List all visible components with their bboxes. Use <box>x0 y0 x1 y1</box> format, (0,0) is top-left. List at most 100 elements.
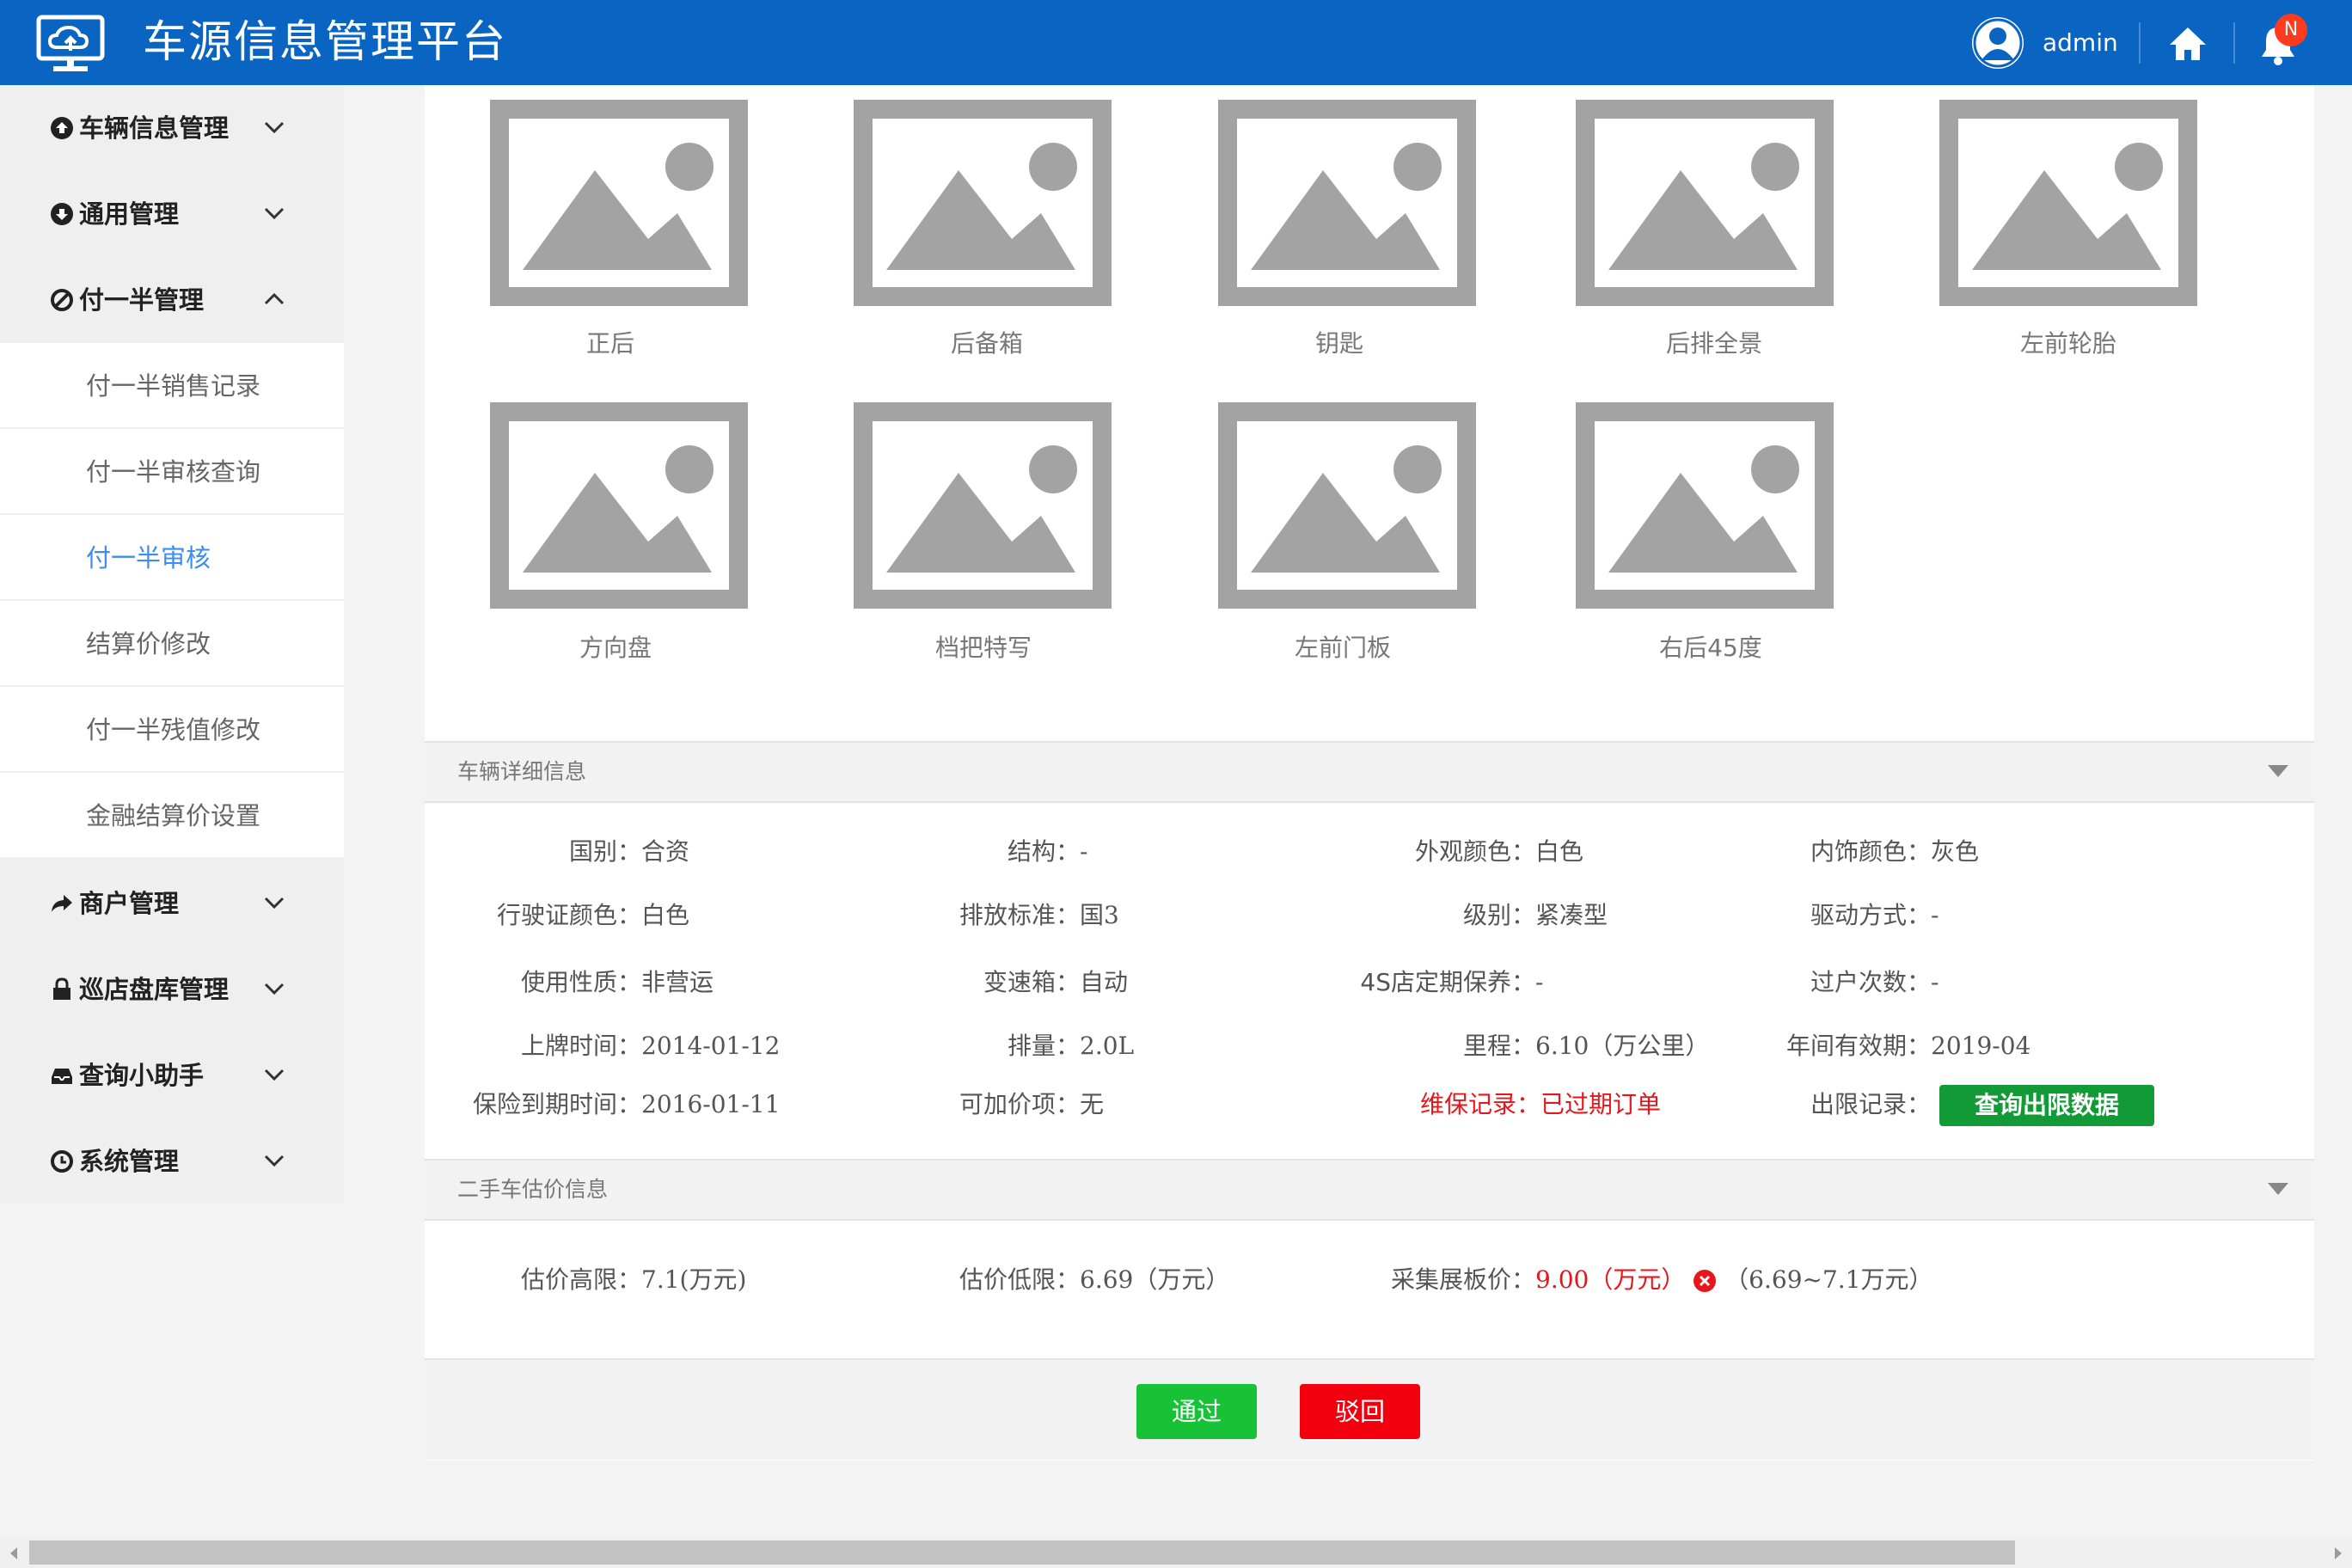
field-label: 采集展板价： <box>1390 1265 1535 1294</box>
image-placeholder-icon <box>1251 445 1442 573</box>
sidebar-item-finance-settlement-settings[interactable]: 金融结算价设置 <box>0 773 344 859</box>
field-label: 可加价项： <box>959 1090 1080 1118</box>
field-usage: 使用性质：非营运 <box>447 965 714 1000</box>
field-label: 结构： <box>1007 837 1080 866</box>
chevron-down-icon <box>264 1069 285 1081</box>
chevron-down-icon <box>264 897 285 910</box>
action-bar: 通过 驳回 <box>425 1358 2314 1460</box>
photo-thumbnail[interactable] <box>1576 402 1834 609</box>
field-insurance-expiry: 保险到期时间：2016-01-11 <box>447 1087 780 1122</box>
price-range-value: （6.69~7.1万元） <box>1724 1265 1933 1294</box>
field-value: 合资 <box>641 837 690 866</box>
chevron-down-icon <box>264 207 285 220</box>
sidebar-group-label: 巡店盘库管理 <box>79 975 230 1004</box>
photo-label: 正后 <box>585 329 634 358</box>
field-label: 排放标准： <box>959 901 1080 929</box>
field-label: 估价低限： <box>959 1265 1080 1294</box>
field-label: 保险到期时间： <box>472 1090 641 1118</box>
home-icon[interactable] <box>2166 22 2209 65</box>
field-label: 上牌时间： <box>520 1032 641 1060</box>
scroll-right-arrow-icon[interactable] <box>2335 1547 2342 1559</box>
field-label: 排量： <box>1007 1032 1080 1060</box>
pass-button[interactable]: 通过 <box>1136 1384 1257 1439</box>
horizontal-scrollbar[interactable] <box>0 1537 2352 1568</box>
collapse-triangle-icon[interactable] <box>2268 765 2288 777</box>
top-header: 车源信息管理平台 admin N <box>0 0 2352 85</box>
sidebar-group-system[interactable]: 系统管理 <box>0 1118 344 1204</box>
photo-thumbnail[interactable] <box>854 100 1112 306</box>
vehicle-details-header[interactable]: 车辆详细信息 <box>425 741 2314 803</box>
field-label: 使用性质： <box>520 968 641 996</box>
collected-price-value: 9.00（万元） <box>1535 1265 1686 1294</box>
field-value: 7.1(万元) <box>641 1265 747 1294</box>
app-title: 车源信息管理平台 <box>143 17 508 68</box>
photo-thumbnail[interactable] <box>490 402 748 609</box>
field-inspection-valid: 年间有效期：2019-04 <box>1736 1029 2030 1063</box>
scrollbar-thumb[interactable] <box>29 1540 2015 1565</box>
username[interactable]: admin <box>2043 26 2118 60</box>
field-interior-color: 内饰颜色：灰色 <box>1736 835 1979 869</box>
sidebar-group-general[interactable]: 通用管理 <box>0 171 344 257</box>
field-country: 国别：合资 <box>447 835 689 869</box>
sidebar-group-label: 通用管理 <box>79 199 180 229</box>
sidebar-item-half-review[interactable]: 付一半审核 <box>0 515 344 601</box>
field-class: 级别：紧凑型 <box>1341 898 1608 933</box>
field-value: - <box>1080 837 1088 866</box>
field-mileage: 里程：6.10（万公里） <box>1341 1029 1709 1063</box>
lock-icon <box>53 977 70 1000</box>
clock-icon <box>51 1150 73 1173</box>
sidebar-group-half-payment[interactable]: 付一半管理 <box>0 257 344 343</box>
photo-thumbnail[interactable] <box>490 100 748 306</box>
sidebar-submenu: 付一半销售记录 付一半审核查询 付一半审核 结算价修改 付一半残值修改 金融结算… <box>0 343 344 859</box>
chevron-down-icon <box>264 983 285 995</box>
field-label: 年间有效期： <box>1785 1032 1931 1060</box>
field-limit-record: 出限记录： <box>1736 1087 1931 1122</box>
photo-label: 档把特写 <box>934 634 1032 662</box>
field-4s-maintenance: 4S店定期保养：- <box>1341 965 1543 1000</box>
sidebar-group-store-inventory[interactable]: 巡店盘库管理 <box>0 946 344 1032</box>
sidebar-group-label: 查询小助手 <box>79 1061 205 1090</box>
user-avatar[interactable] <box>1972 17 2024 69</box>
sidebar-item-settlement-price-edit[interactable]: 结算价修改 <box>0 601 344 687</box>
field-value: 白色 <box>1535 837 1584 866</box>
sidebar-item-half-sales-record[interactable]: 付一半销售记录 <box>0 343 344 429</box>
sidebar-item-residual-value-edit[interactable]: 付一半残值修改 <box>0 687 344 773</box>
reject-button[interactable]: 驳回 <box>1300 1384 1420 1439</box>
field-value: 国3 <box>1080 901 1119 929</box>
photo-thumbnail[interactable] <box>1218 100 1476 306</box>
field-label: 国别： <box>568 837 641 866</box>
image-placeholder-icon <box>1251 143 1442 270</box>
sidebar-group-query-helper[interactable]: 查询小助手 <box>0 1032 344 1118</box>
photo-thumbnail[interactable] <box>854 402 1112 609</box>
chevron-down-icon <box>264 1155 285 1167</box>
photo-thumbnail[interactable] <box>1576 100 1834 306</box>
photo-thumbnail[interactable] <box>1218 402 1476 609</box>
header-divider <box>2139 22 2141 64</box>
field-value: 6.69（万元） <box>1080 1265 1230 1294</box>
image-placeholder-icon <box>523 143 714 270</box>
photo-thumbnail[interactable] <box>1939 100 2197 306</box>
field-value: 2.0L <box>1080 1032 1135 1060</box>
valuation-header[interactable]: 二手车估价信息 <box>425 1159 2314 1221</box>
photo-label: 方向盘 <box>579 634 652 662</box>
query-limit-data-button[interactable]: 查询出限数据 <box>1939 1085 2154 1126</box>
field-value: 紧凑型 <box>1535 901 1608 929</box>
field-label: 内饰颜色： <box>1810 837 1931 866</box>
collapse-triangle-icon[interactable] <box>2268 1183 2288 1195</box>
sidebar-item-half-review-query[interactable]: 付一半审核查询 <box>0 429 344 515</box>
field-label: 驱动方式： <box>1810 901 1931 929</box>
sidebar-group-label: 付一半管理 <box>79 285 205 315</box>
field-structure: 结构：- <box>885 835 1087 869</box>
sidebar-group-label: 商户管理 <box>79 889 180 918</box>
field-label: 过户次数： <box>1810 968 1931 996</box>
image-placeholder-icon <box>1608 445 1799 573</box>
sidebar-group-merchant[interactable]: 商户管理 <box>0 861 344 946</box>
field-value: - <box>1931 901 1939 929</box>
sidebar-group-vehicle-info[interactable]: 车辆信息管理 <box>0 85 344 171</box>
field-displacement: 排量：2.0L <box>885 1029 1134 1063</box>
maintenance-record-link[interactable]: 维保记录：已过期订单 <box>1420 1087 1661 1122</box>
maintenance-value: 已过期订单 <box>1540 1090 1662 1118</box>
field-label: 出限记录： <box>1810 1090 1931 1118</box>
field-value: 自动 <box>1080 968 1129 996</box>
scroll-left-arrow-icon[interactable] <box>10 1547 17 1559</box>
